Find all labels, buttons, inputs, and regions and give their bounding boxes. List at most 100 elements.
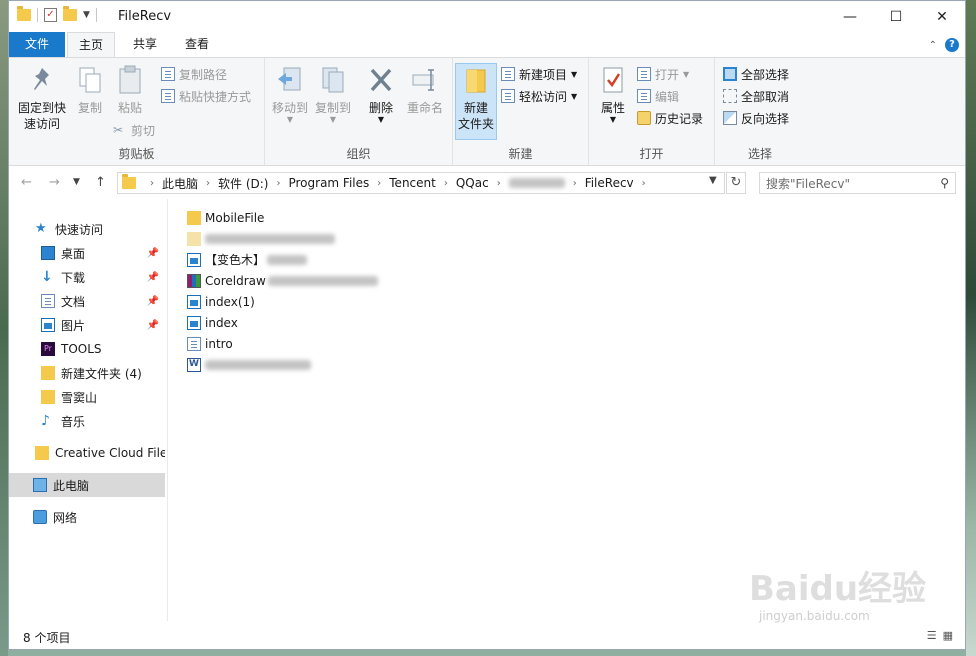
select-none-button[interactable]: 全部取消 [723, 86, 789, 106]
help-icon[interactable]: ? [945, 38, 959, 52]
pin-icon[interactable]: 📌 [147, 296, 159, 307]
pin-to-quick-access-button[interactable]: 固定到快 速访问 [15, 64, 69, 132]
nav-quick-access[interactable]: ★ 快速访问 [9, 217, 165, 241]
image-file-icon [187, 315, 201, 330]
nav-creative-cloud-label: Creative Cloud Files [55, 446, 165, 460]
open-button[interactable]: 打开 ▼ [637, 64, 689, 84]
nav-item-label: TOOLS [61, 342, 102, 356]
copy-icon [75, 64, 105, 96]
copy-button[interactable]: 复制 [73, 64, 107, 116]
pin-icon[interactable]: 📌 [147, 272, 159, 283]
refresh-button[interactable]: ↻ [726, 172, 746, 194]
address-bar[interactable]: › 此电脑 › 软件 (D:) › Program Files › Tencen… [117, 172, 725, 194]
history-button[interactable]: 历史记录 [637, 108, 703, 128]
file-item[interactable]: Coreldraw [187, 270, 378, 291]
open-icon [637, 67, 651, 81]
scissors-icon: ✂ [113, 123, 124, 137]
nav-item-documents[interactable]: 文档 📌 [9, 289, 165, 313]
nav-item-pictures[interactable]: 图片 📌 [9, 313, 165, 337]
back-arrow-icon[interactable]: ← [21, 175, 32, 190]
nav-this-pc-label: 此电脑 [53, 478, 90, 493]
breadcrumb-this-pc[interactable]: 此电脑 [162, 175, 198, 192]
rename-icon [410, 64, 440, 96]
watermark-logo: Baidu经验 [749, 569, 927, 609]
search-icon[interactable]: ⚲ [940, 176, 949, 190]
nav-item-downloads[interactable]: ↓ 下载 📌 [9, 265, 165, 289]
nav-item-desktop[interactable]: 桌面 📌 [9, 241, 165, 265]
search-placeholder: 搜索"FileRecv" [766, 176, 851, 191]
breadcrumb-drive-d[interactable]: 软件 (D:) [218, 175, 268, 192]
easy-access-icon [501, 89, 515, 103]
easy-access-button[interactable]: 轻松访问 ▼ [501, 86, 577, 106]
file-item[interactable]: MobileFile [187, 207, 264, 228]
tab-view[interactable]: 查看 [175, 32, 219, 57]
new-folder-button[interactable]: 新建 文件夹 [455, 63, 497, 140]
nav-item-new-folder-4[interactable]: 新建文件夹 (4) [9, 361, 165, 385]
collapse-ribbon-icon[interactable]: ⌃ [929, 40, 937, 51]
nav-item-music[interactable]: ♪ 音乐 [9, 409, 165, 433]
new-folder-icon[interactable] [63, 6, 77, 21]
copy-to-label: 复制到 [314, 101, 351, 115]
tab-file[interactable]: 文件 [9, 32, 65, 57]
up-arrow-icon[interactable]: ↑ [95, 175, 106, 190]
forward-arrow-icon[interactable]: → [49, 175, 60, 190]
file-name: MobileFile [205, 210, 265, 225]
nav-creative-cloud[interactable]: Creative Cloud Files [9, 441, 165, 465]
breadcrumb-filerecv[interactable]: FileRecv [585, 176, 634, 190]
breadcrumb-separator: › [276, 177, 281, 189]
file-name: index(1) [205, 294, 255, 309]
new-folder-label-line1: 新建 [463, 101, 488, 115]
rename-button[interactable]: 重命名 [405, 64, 445, 116]
properties-icon[interactable]: ✓ [44, 8, 57, 22]
nav-network-label: 网络 [53, 510, 78, 525]
open-label: 打开 [655, 67, 680, 82]
invert-selection-button[interactable]: 反向选择 [723, 108, 789, 128]
nav-this-pc[interactable]: 此电脑 [9, 473, 165, 497]
file-name: 【变色木】 [205, 253, 266, 267]
breadcrumb-redacted[interactable] [508, 178, 565, 188]
copy-to-button[interactable]: 复制到 ▼ [313, 64, 353, 124]
music-icon: ♪ [41, 413, 50, 429]
copy-to-dropdown-icon: ▼ [329, 115, 337, 124]
search-box[interactable]: 搜索"FileRecv" ⚲ [759, 172, 956, 194]
nav-item-tools[interactable]: Pr TOOLS [9, 337, 165, 361]
file-item[interactable] [187, 354, 311, 375]
pin-icon[interactable]: 📌 [147, 248, 159, 259]
file-item[interactable]: 【变色木】 [187, 249, 308, 270]
file-list: MobileFile 【变色木】 Coreldraw index(1) inde… [179, 205, 959, 605]
file-item[interactable]: index [187, 312, 238, 333]
file-item[interactable] [187, 228, 335, 249]
file-name: Coreldraw [205, 273, 266, 288]
minimize-button[interactable]: — [827, 1, 873, 32]
paste-button[interactable]: 粘贴 [113, 64, 147, 116]
select-all-button[interactable]: 全部选择 [723, 64, 789, 84]
recent-locations-dropdown[interactable]: ▼ [73, 177, 80, 187]
copy-to-icon [318, 64, 348, 96]
breadcrumb-separator: › [641, 177, 646, 189]
pin-icon[interactable]: 📌 [147, 320, 159, 331]
copy-path-button[interactable]: 复制路径 [161, 64, 227, 84]
breadcrumb-program-files[interactable]: Program Files [288, 176, 369, 190]
nav-network[interactable]: 网络 [9, 505, 165, 529]
address-history-dropdown[interactable]: ▼ [709, 175, 717, 186]
move-to-button[interactable]: 移动到 ▼ [271, 64, 309, 124]
tab-home[interactable]: 主页 [67, 32, 115, 57]
breadcrumb-tencent[interactable]: Tencent [389, 176, 436, 190]
properties-button[interactable]: 属性 ▼ [595, 64, 631, 124]
cut-button[interactable]: ✂ 剪切 [113, 120, 155, 140]
breadcrumb-qqac[interactable]: QQac [456, 176, 489, 190]
file-item[interactable]: intro [187, 333, 233, 354]
paste-shortcut-button[interactable]: 粘贴快捷方式 [161, 86, 251, 106]
tab-share[interactable]: 共享 [123, 32, 167, 57]
maximize-button[interactable]: ☐ [873, 1, 919, 32]
pane-divider[interactable] [167, 199, 168, 621]
new-item-button[interactable]: 新建项目 ▼ [501, 64, 577, 84]
customize-toolbar-dropdown[interactable]: ▼ [83, 10, 90, 20]
file-item[interactable]: index(1) [187, 291, 255, 312]
organize-group: 移动到 ▼ 复制到 ▼ 删除 ▼ 重命名 组织 [265, 58, 453, 166]
invert-selection-icon [723, 111, 737, 125]
edit-button[interactable]: 编辑 [637, 86, 679, 106]
delete-button[interactable]: 删除 ▼ [365, 64, 397, 124]
nav-item-xuedoushan[interactable]: 雪窦山 [9, 385, 165, 409]
close-button[interactable]: ✕ [919, 1, 965, 32]
